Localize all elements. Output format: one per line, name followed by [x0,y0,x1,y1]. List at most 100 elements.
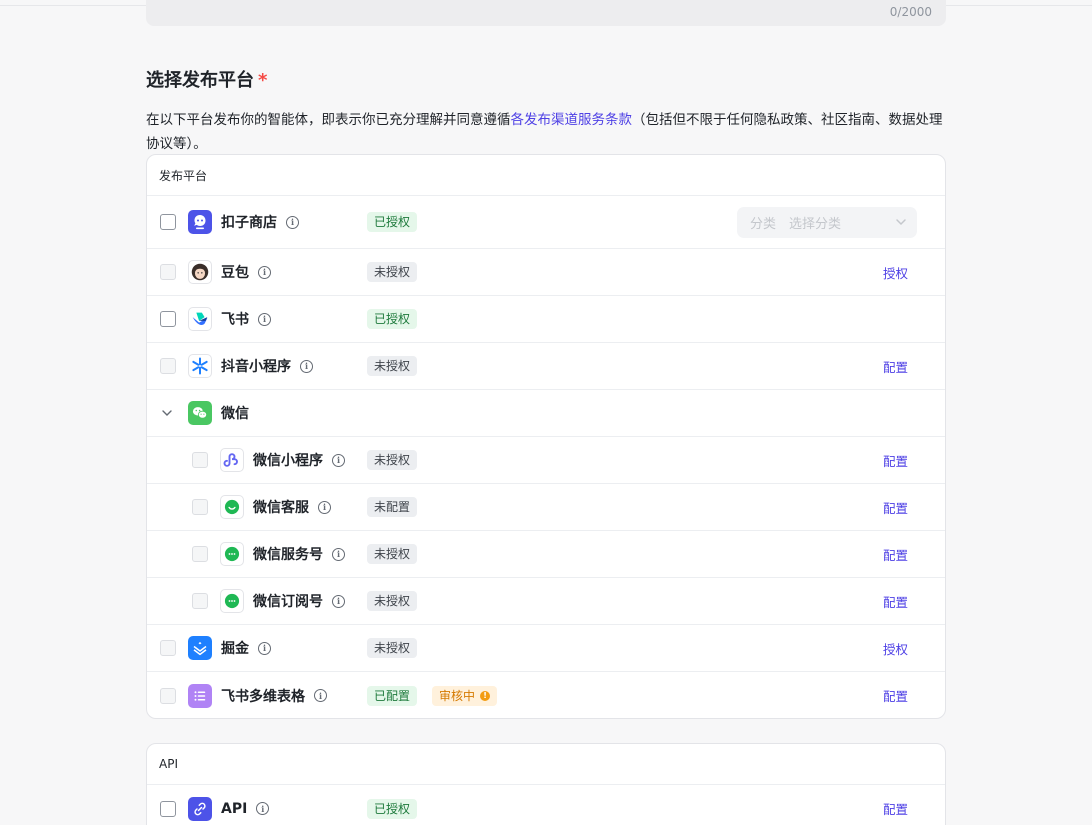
platform-name-douyin-miniapp: 抖音小程序 i [221,356,313,376]
review-status-badge: 审核中! [432,685,498,706]
configure-button[interactable]: 配置 [883,686,908,705]
info-icon[interactable]: i [258,641,271,655]
configure-button[interactable]: 配置 [883,799,908,818]
checkbox-wechat-service-account[interactable] [192,546,208,562]
status-badge: 已授权 [367,212,418,232]
info-icon[interactable]: i [332,594,345,608]
info-icon[interactable]: i [300,359,313,373]
wechat-miniprogram-icon [220,448,244,472]
status-badge: 未授权 [367,356,418,376]
platform-label: 微信订阅号 [253,594,323,610]
status-badge: 未配置 [367,497,418,517]
wechat-service-account-icon [220,542,244,566]
api-card-header: API [147,744,945,785]
platform-label: 微信服务号 [253,547,323,563]
authorize-button[interactable]: 授权 [883,639,908,658]
feishu-bitable-icon [188,683,212,708]
platform-label: 扣子商店 [221,215,277,231]
authorize-button[interactable]: 授权 [883,263,908,282]
status-badge: 已授权 [367,309,418,329]
checkbox-doubao[interactable] [160,264,176,280]
checkbox-feishu-bitable[interactable] [160,687,176,704]
configure-button[interactable]: 配置 [883,592,908,611]
platform-name-wechat-service-account: 微信服务号 i [253,544,345,564]
info-icon[interactable]: i [332,547,345,561]
platform-row-wechat-subscription-account: 微信订阅号 i 未授权 配置 [147,578,945,625]
chevron-down-icon [896,218,906,225]
configure-button[interactable]: 配置 [883,498,908,517]
doubao-avatar-icon [188,260,212,284]
info-icon[interactable]: i [314,689,327,702]
platform-name-wechat-subscription-account: 微信订阅号 i [253,591,345,611]
terms-link[interactable]: 各发布渠道服务条款 [511,112,633,128]
checkbox-wechat-subscription-account[interactable] [192,593,208,609]
checkbox-wechat-miniprogram[interactable] [192,452,208,468]
platform-group-wechat[interactable]: 微信 [147,390,945,437]
platform-name-doubao: 豆包 i [221,262,271,282]
info-icon[interactable]: i [256,802,270,815]
wechat-customer-service-icon [220,495,244,519]
checkbox-wechat-customer-service[interactable] [192,499,208,515]
platform-label: 微信小程序 [253,453,323,469]
checkbox-coze-store[interactable] [160,214,176,230]
platform-label: 掘金 [221,641,249,657]
char-counter: 0/2000 [889,5,932,19]
platform-row-douyin-miniapp: 抖音小程序 i 未授权 配置 [147,343,945,390]
platform-row-coze-store: 扣子商店 i 已授权 分类 选择分类 [147,196,945,249]
platform-name-wechat: 微信 [221,403,249,423]
platform-name-juejin: 掘金 i [221,638,271,658]
page-section-title: 选择发布平台 * [146,66,267,92]
wechat-subscription-account-icon [220,589,244,613]
platform-row-feishu: 飞书 i 已授权 [147,296,945,343]
status-badge: 已授权 [367,798,418,819]
info-icon[interactable]: i [332,453,345,467]
checkbox-api[interactable] [160,800,176,817]
status-badge: 未授权 [367,544,418,564]
platform-row-doubao: 豆包 i 未授权 授权 [147,249,945,296]
coze-store-icon [188,210,212,234]
api-link-icon [188,796,212,821]
info-icon[interactable]: i [258,265,271,279]
platform-label: 飞书 [221,312,249,328]
juejin-icon [188,636,212,660]
info-icon[interactable]: i [318,500,331,514]
feishu-icon [188,307,212,331]
description-textarea[interactable]: 0/2000 [146,0,946,26]
platform-label: 飞书多维表格 [221,688,305,705]
category-select-placeholder: 选择分类 [789,216,842,232]
info-icon[interactable]: i [286,215,299,229]
platform-label: 豆包 [221,265,249,281]
checkbox-feishu[interactable] [160,311,176,327]
platform-row-wechat-customer-service: 微信客服 i 未配置 配置 [147,484,945,531]
platform-name-feishu-bitable: 飞书多维表格 i [221,686,327,706]
chevron-down-icon[interactable] [161,407,173,419]
configure-button[interactable]: 配置 [883,357,908,376]
platform-row-wechat-miniprogram: 微信小程序 i 未授权 配置 [147,437,945,484]
platform-row-wechat-service-account: 微信服务号 i 未授权 配置 [147,531,945,578]
wechat-icon [188,401,212,425]
platform-label: 抖音小程序 [221,359,291,375]
review-status-label: 审核中 [439,688,476,703]
platform-name-wechat-miniprogram: 微信小程序 i [253,450,345,470]
alert-icon[interactable]: ! [480,690,491,701]
platform-name-feishu: 飞书 i [221,309,271,329]
platform-name-api: API i [221,800,270,817]
checkbox-juejin[interactable] [160,640,176,656]
status-badge: 未授权 [367,638,418,658]
category-select[interactable]: 分类 选择分类 [737,206,917,238]
configure-button[interactable]: 配置 [883,451,908,470]
configure-button[interactable]: 配置 [883,545,908,564]
publish-terms-description: 在以下平台发布你的智能体，即表示你已充分理解并同意遵循各发布渠道服务条款（包括但… [146,108,946,156]
platform-name-coze-store: 扣子商店 i [221,212,299,232]
status-badge: 已配置 [367,685,418,706]
checkbox-douyin-miniapp[interactable] [160,358,176,374]
platform-label: 微信客服 [253,500,309,516]
platform-row-juejin: 掘金 i 未授权 授权 [147,625,945,672]
platform-label: 微信 [221,406,249,422]
platforms-card-header: 发布平台 [147,155,945,196]
douyin-miniapp-icon [188,354,212,378]
info-icon[interactable]: i [258,312,271,326]
platform-label: API [221,800,248,817]
status-badge: 未授权 [367,450,418,470]
desc-text-before: 在以下平台发布你的智能体，即表示你已充分理解并同意遵循 [146,112,511,128]
